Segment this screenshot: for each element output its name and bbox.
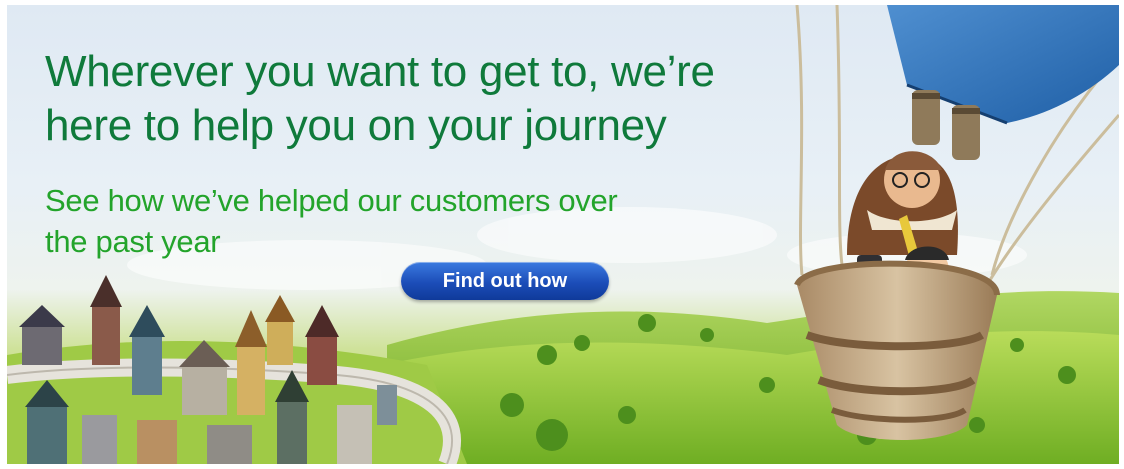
hero-banner[interactable]: Wherever you want to get to, we’re here … xyxy=(7,5,1119,464)
find-out-how-button[interactable]: Find out how xyxy=(401,262,609,300)
headline: Wherever you want to get to, we’re here … xyxy=(45,47,715,150)
subheadline: See how we’ve helped our customers over … xyxy=(45,183,618,259)
